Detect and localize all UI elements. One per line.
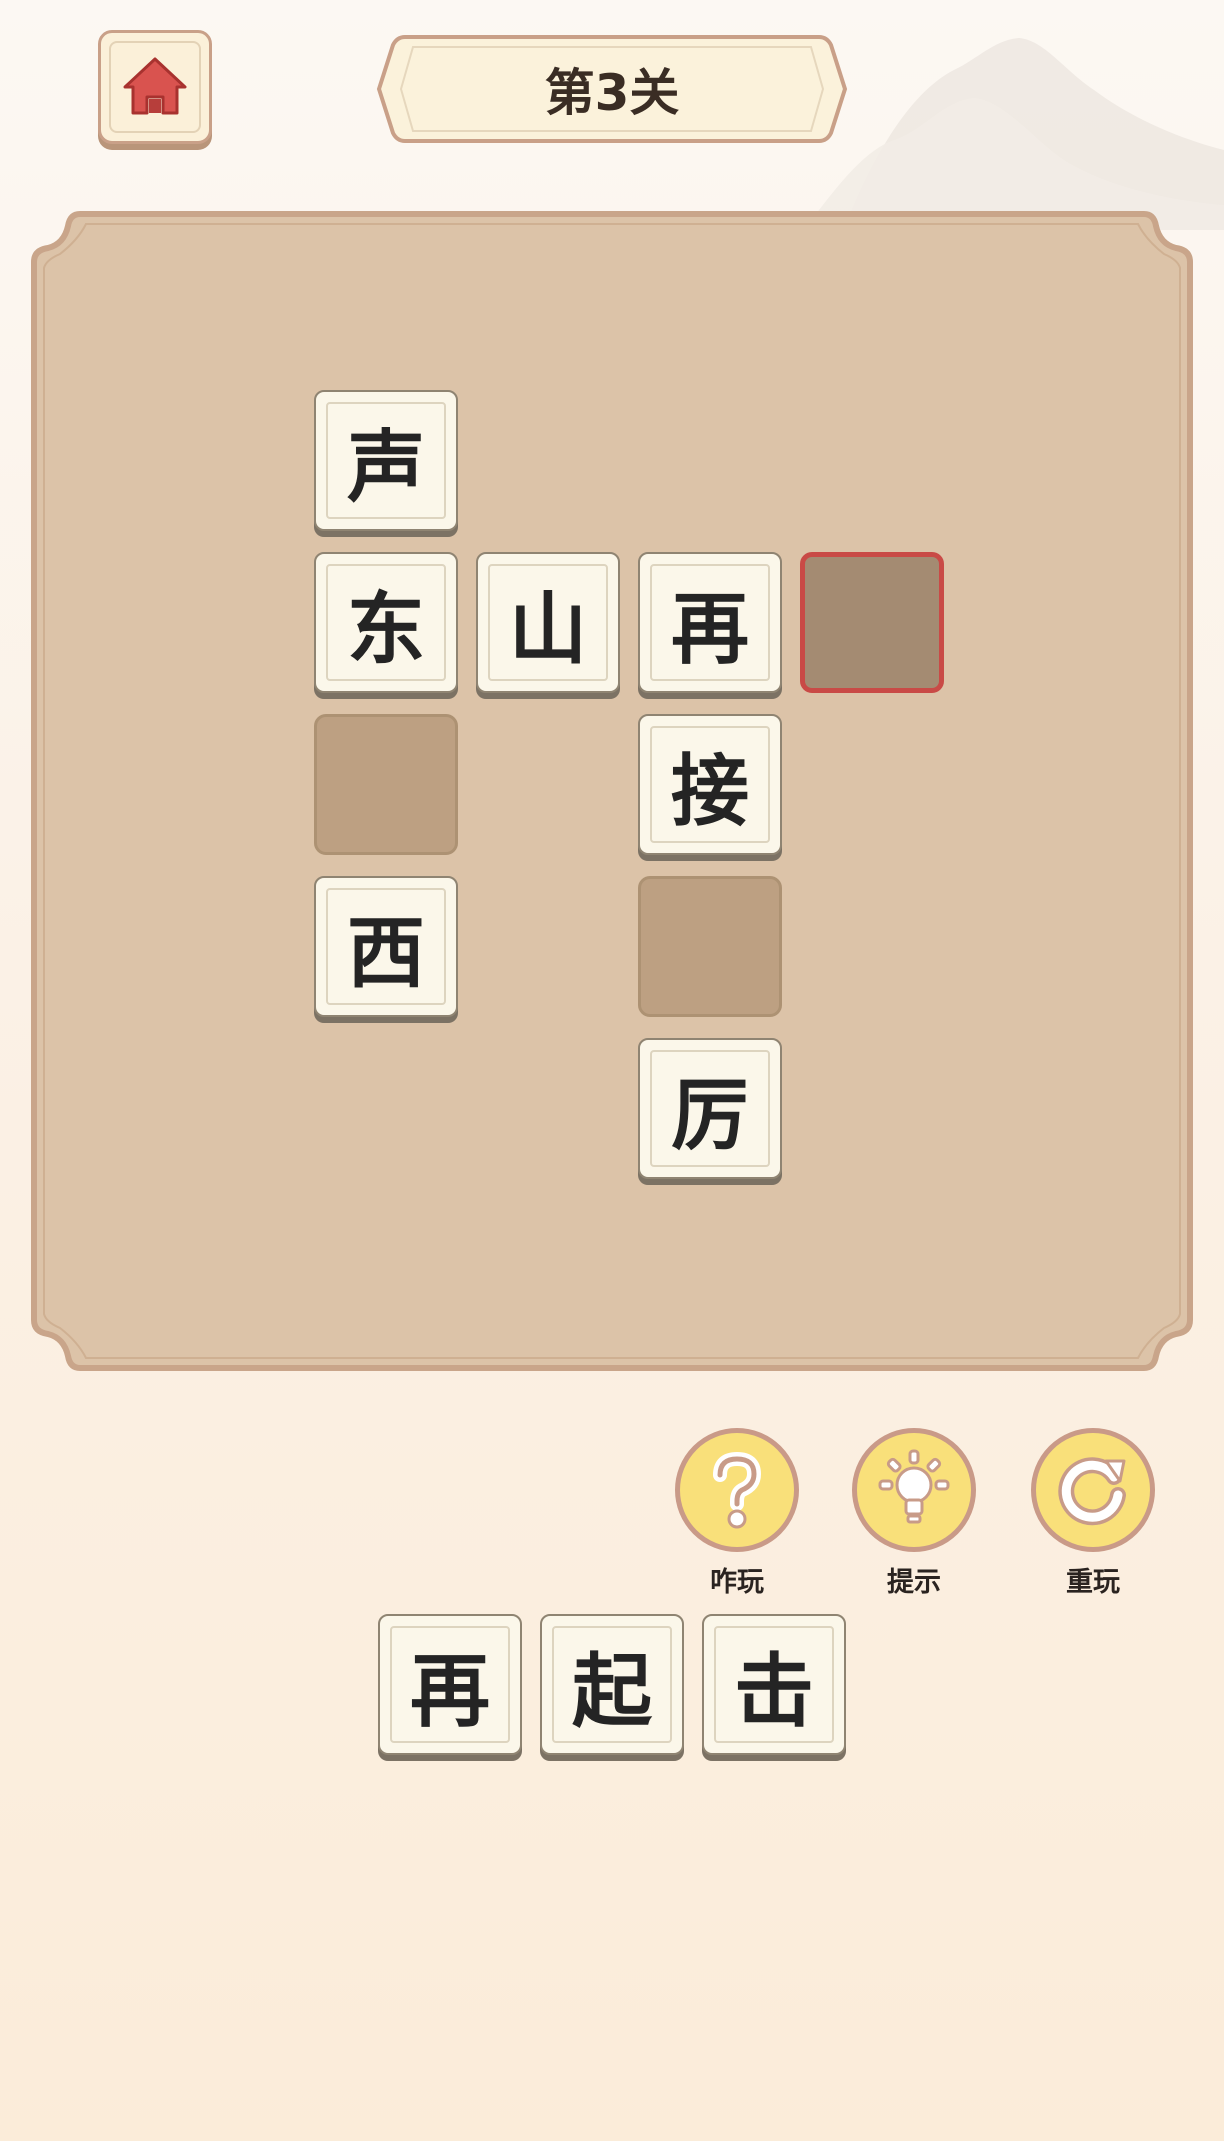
board-tile[interactable]: 声 [314,390,458,531]
board-tile[interactable]: 东 [314,552,458,693]
choice-character: 起 [572,1644,652,1738]
choice-tile[interactable]: 再 [378,1614,522,1755]
choice-tile[interactable]: 击 [702,1614,846,1755]
board-tile[interactable]: 西 [314,876,458,1017]
tile-character: 厉 [670,1070,749,1161]
puzzle-board: 声 东 山 再 接 西 厉 [30,210,1194,1372]
tile-character: 再 [670,584,749,675]
hint-label: 提示 [887,1567,941,1598]
tile-character: 西 [346,908,425,999]
home-icon [123,57,187,115]
choice-character: 击 [734,1644,814,1738]
tile-character: 声 [346,422,425,513]
how-to-play-button[interactable] [675,1428,799,1552]
choice-tile[interactable]: 起 [540,1614,684,1755]
tile-character: 山 [508,584,587,675]
tile-character: 接 [670,746,749,837]
question-icon [713,1451,762,1529]
board-tile[interactable]: 山 [476,552,620,693]
board-tile[interactable]: 接 [638,714,782,855]
home-button[interactable] [98,30,212,144]
replay-label: 重玩 [1066,1567,1120,1598]
board-tile[interactable]: 再 [638,552,782,693]
empty-slot[interactable] [638,876,782,1017]
empty-slot[interactable] [314,714,458,855]
replay-button[interactable] [1031,1428,1155,1552]
empty-slot-selected[interactable] [800,552,944,693]
choice-character: 再 [410,1644,490,1738]
level-title-plaque: 第3关 [375,33,849,145]
hint-button[interactable] [852,1428,976,1552]
level-title: 第3关 [544,64,680,122]
replay-icon [1058,1457,1126,1526]
board-tile[interactable]: 厉 [638,1038,782,1179]
how-to-play-label: 咋玩 [710,1567,764,1598]
tile-character: 东 [346,584,425,675]
lightbulb-icon [878,1449,950,1524]
mountain-decoration [804,38,1224,230]
